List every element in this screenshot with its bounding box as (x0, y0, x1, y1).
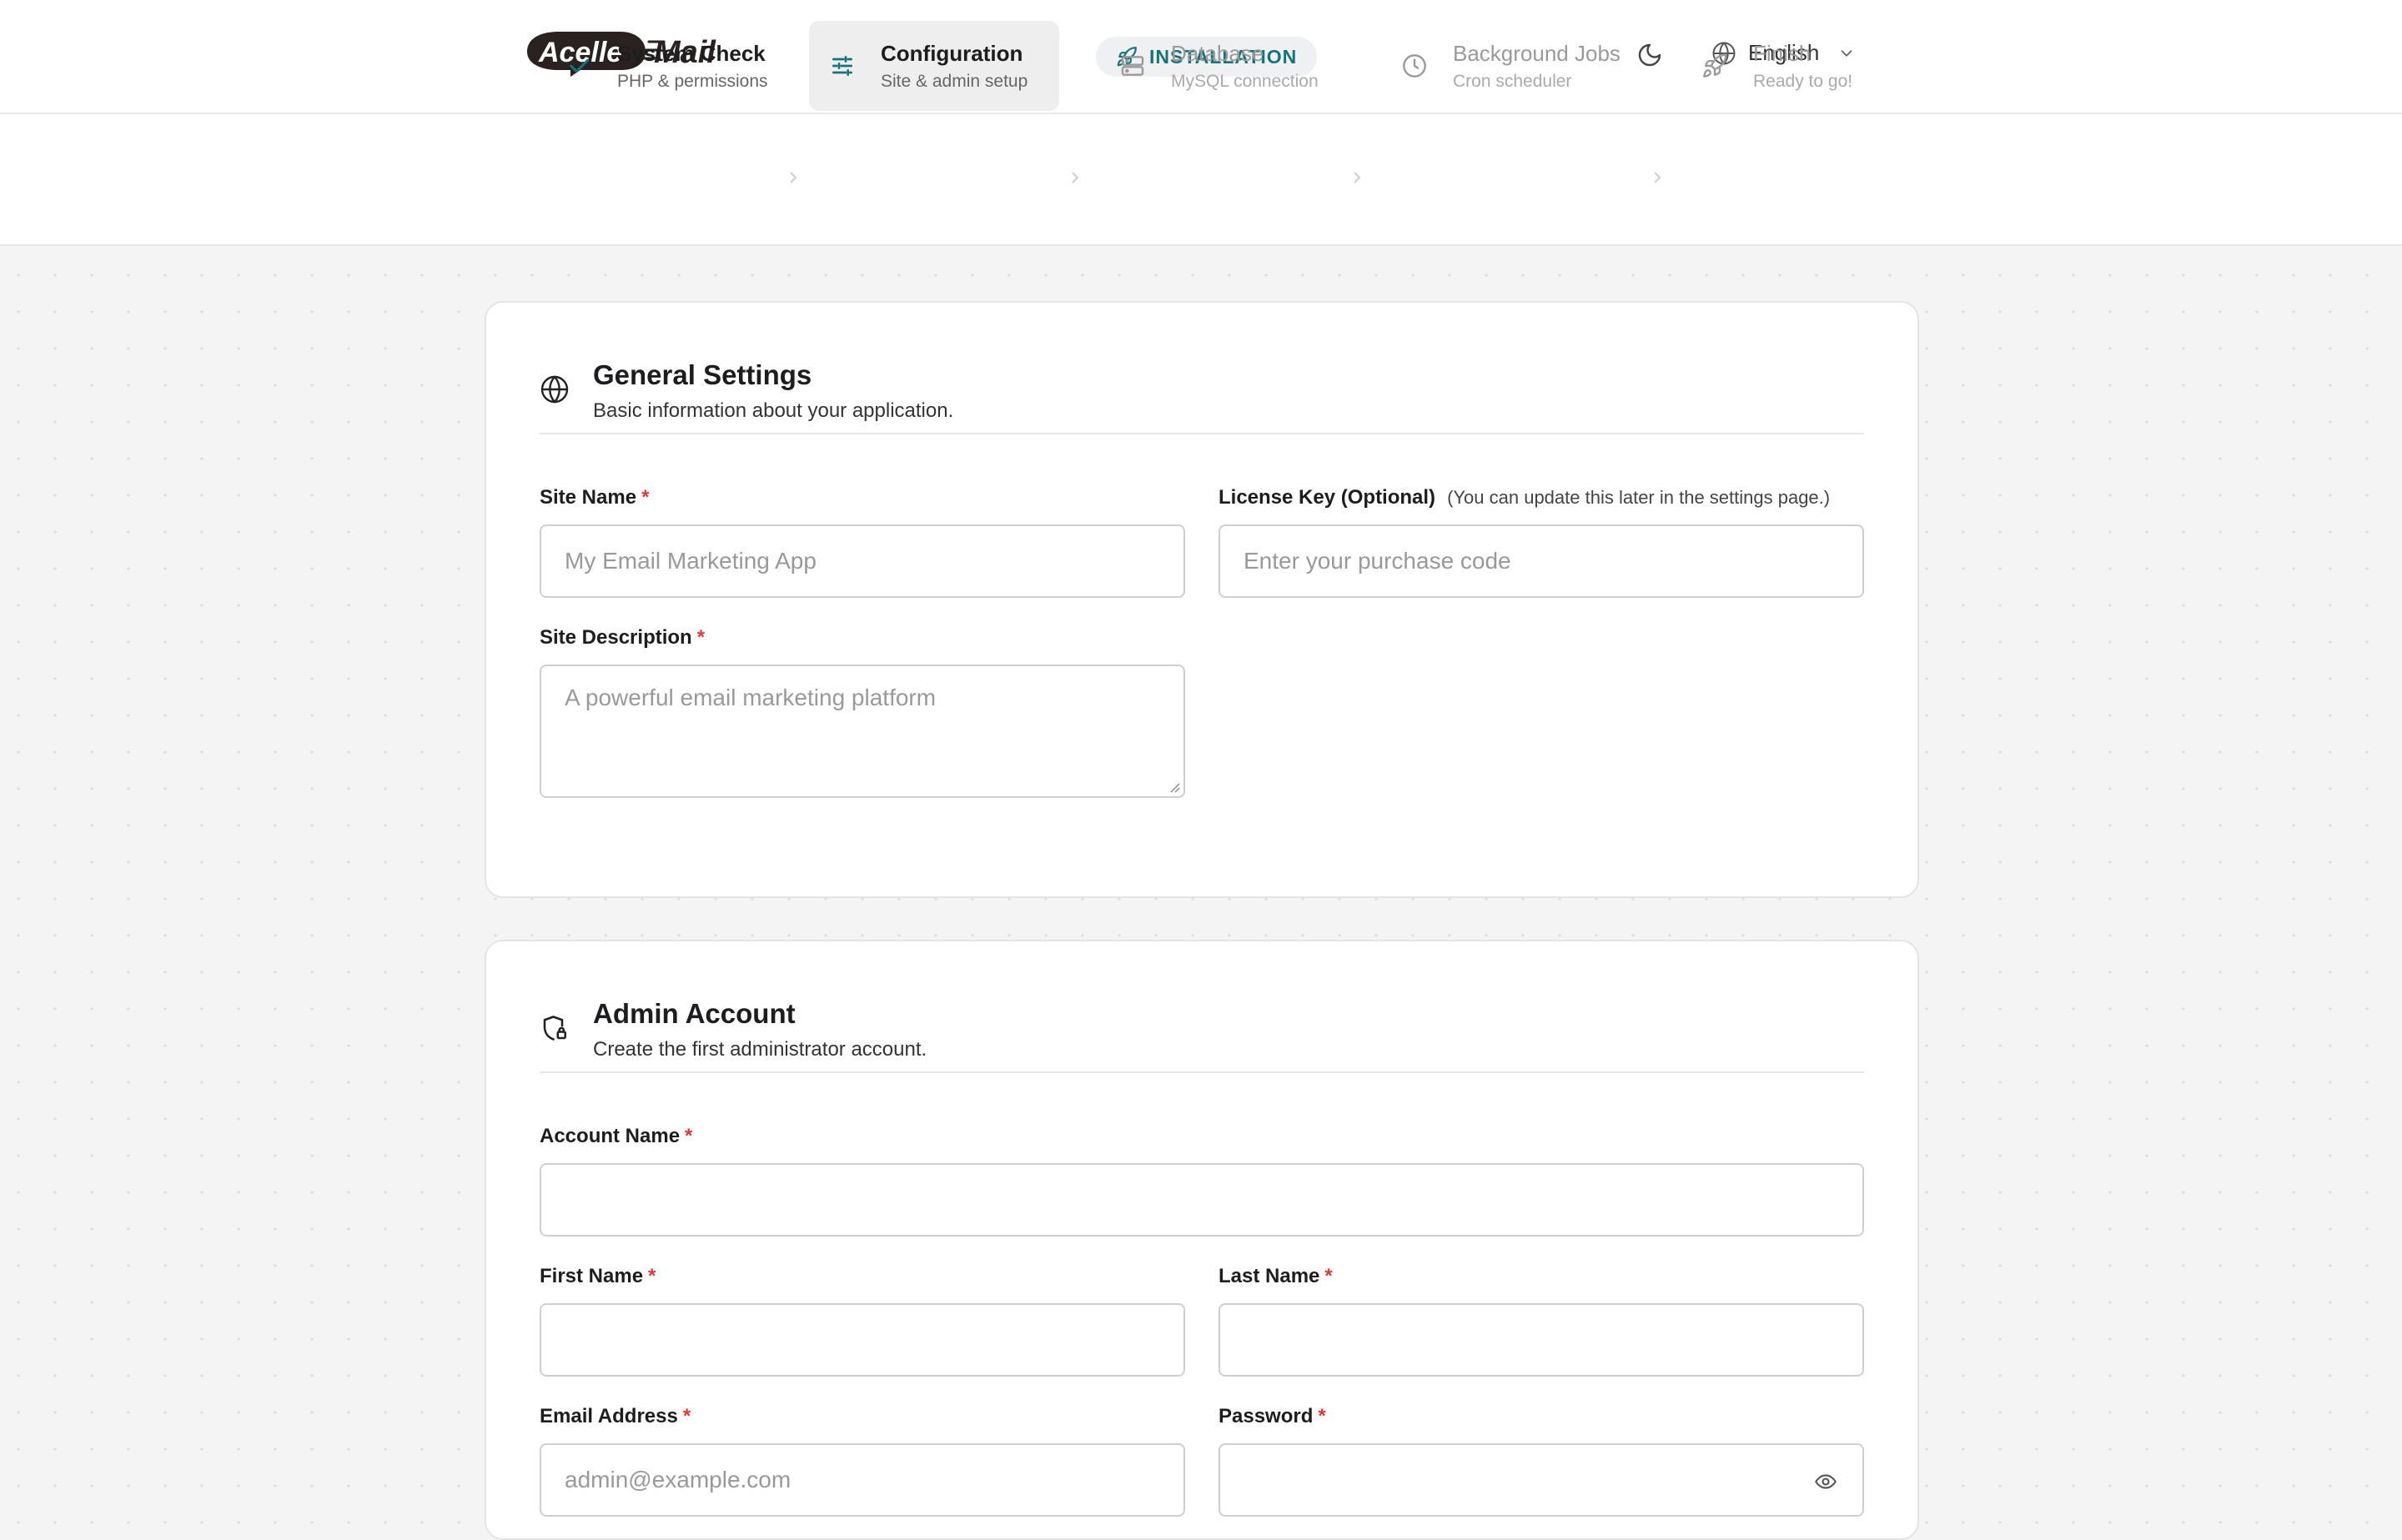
step-system-check[interactable]: System Check PHP & permissions (545, 21, 768, 111)
moon-icon[interactable] (1636, 42, 1663, 68)
step-subtitle: MySQL connection (1171, 71, 1319, 91)
chevron-right-icon (1654, 172, 1661, 183)
chevron-right-icon (1072, 172, 1079, 183)
step-subtitle: PHP & permissions (617, 71, 768, 91)
card-header: Admin Account Create the first administr… (540, 998, 1864, 1073)
site-name-label: Site Name * (540, 486, 649, 509)
required-marker: * (696, 626, 706, 649)
site-description-textarea[interactable]: A powerful email marketing platform (540, 665, 1185, 798)
card-subtitle: Create the first administrator account. (593, 1038, 927, 1061)
site-name-placeholder: My Email Marketing App (565, 548, 817, 574)
general-settings-card: General Settings Basic information about… (485, 301, 1919, 898)
site-description-label-text: Site Description (540, 626, 692, 649)
installation-steps (0, 114, 2402, 246)
step-configuration[interactable]: Configuration Site & admin setup (809, 21, 1059, 111)
step-database[interactable]: Database MySQL connection (1099, 21, 1319, 111)
site-name-input[interactable]: My Email Marketing App (540, 524, 1185, 598)
password-label: Password * (1219, 1405, 1326, 1428)
resize-grip-icon[interactable] (1167, 780, 1180, 793)
first-name-label: First Name * (540, 1265, 656, 1288)
card-header: General Settings Basic information about… (540, 359, 1864, 434)
card-title: Admin Account (593, 998, 796, 1029)
shield-lock-icon (543, 1016, 567, 1041)
server-icon (1121, 56, 1144, 76)
card-subtitle: Basic information about your application… (593, 399, 954, 422)
license-key-input[interactable]: Enter your purchase code (1219, 524, 1864, 598)
email-address-label: Email Address * (540, 1405, 691, 1428)
email-address-input[interactable]: admin@example.com (540, 1443, 1185, 1517)
required-marker: * (648, 1265, 656, 1287)
chevron-right-icon (1354, 172, 1361, 183)
last-name-label-text: Last Name (1219, 1265, 1320, 1287)
license-key-placeholder: Enter your purchase code (1244, 548, 1511, 574)
admin-account-card: Admin Account Create the first administr… (485, 940, 1919, 1540)
step-title: Configuration (881, 40, 1023, 66)
clock-icon (1403, 54, 1426, 78)
password-input[interactable] (1219, 1443, 1864, 1517)
globe-icon (540, 375, 569, 404)
step-subtitle: Cron scheduler (1453, 71, 1572, 91)
site-description-placeholder: A powerful email marketing platform (565, 685, 937, 710)
step-title: Database (1171, 40, 1264, 66)
site-description-label: Site Description * (540, 626, 705, 650)
step-finish[interactable]: Finish Ready to go! (1681, 21, 1852, 111)
step-title: Background Jobs (1453, 40, 1621, 66)
required-marker: * (641, 486, 650, 509)
first-name-label-text: First Name (540, 1265, 644, 1287)
account-name-input[interactable] (540, 1163, 1864, 1237)
email-address-placeholder: admin@example.com (565, 1467, 791, 1492)
required-marker: * (685, 1125, 693, 1147)
card-title: General Settings (593, 359, 812, 390)
license-key-label: License Key (Optional) (You can update th… (1219, 486, 1830, 509)
license-key-note: (You can update this later in the settin… (1447, 487, 1831, 508)
first-name-input[interactable] (540, 1303, 1185, 1377)
password-label-text: Password (1219, 1405, 1314, 1427)
step-subtitle: Site & admin setup (881, 71, 1028, 91)
check-icon (570, 58, 590, 73)
required-marker: * (1324, 1265, 1333, 1287)
step-background-jobs[interactable]: Background Jobs Cron scheduler (1381, 21, 1621, 111)
account-name-label-text: Account Name (540, 1125, 681, 1147)
required-marker: * (682, 1405, 691, 1427)
step-subtitle: Ready to go! (1753, 71, 1853, 91)
last-name-input[interactable] (1219, 1303, 1864, 1377)
account-name-label: Account Name * (540, 1125, 692, 1148)
required-marker: * (1318, 1405, 1326, 1427)
rocket-icon (1703, 53, 1727, 78)
last-name-label: Last Name * (1219, 1265, 1333, 1288)
sliders-icon (832, 56, 852, 76)
eye-icon[interactable] (1814, 1470, 1837, 1493)
step-title: Finish (1753, 40, 1812, 66)
email-address-label-text: Email Address (540, 1405, 678, 1427)
step-title: System Check (617, 40, 766, 66)
chevron-right-icon (790, 172, 797, 183)
license-key-label-text: License Key (Optional) (1219, 486, 1436, 509)
site-name-label-text: Site Name (540, 486, 637, 509)
